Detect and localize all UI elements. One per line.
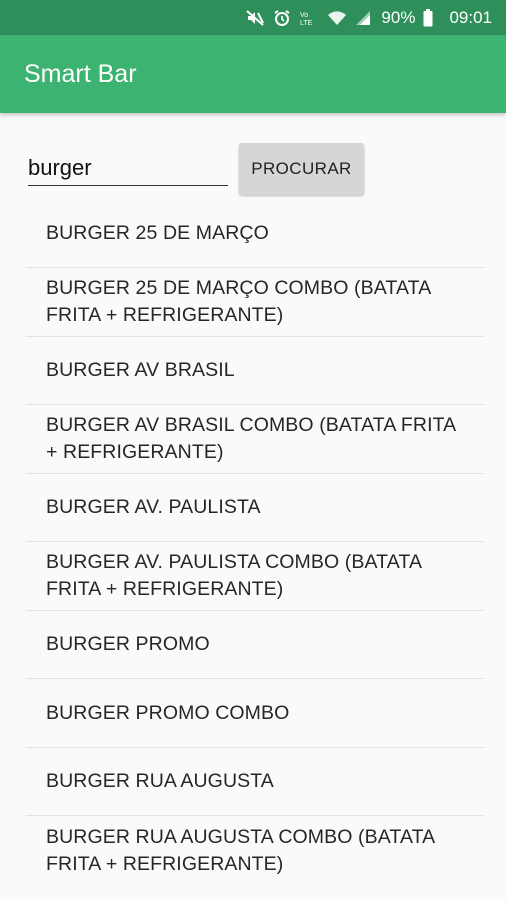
results-list: BURGER 25 DE MARÇO BURGER 25 DE MARÇO CO… [26, 200, 484, 885]
svg-text:Vo: Vo [300, 12, 308, 19]
list-item[interactable]: BURGER 25 DE MARÇO [26, 200, 484, 268]
svg-text:LTE: LTE [300, 20, 313, 27]
mute-icon [245, 9, 265, 27]
signal-icon [355, 9, 371, 27]
search-row: PROCURAR [0, 113, 506, 213]
list-item[interactable]: BURGER RUA AUGUSTA COMBO (BATATA FRITA +… [26, 816, 484, 885]
list-item[interactable]: BURGER AV BRASIL [26, 337, 484, 405]
list-item[interactable]: BURGER AV. PAULISTA [26, 474, 484, 542]
list-item[interactable]: BURGER AV BRASIL COMBO (BATATA FRITA + R… [26, 405, 484, 474]
list-item[interactable]: BURGER RUA AUGUSTA [26, 748, 484, 816]
wifi-icon [327, 9, 347, 27]
list-item[interactable]: BURGER 25 DE MARÇO COMBO (BATATA FRITA +… [26, 268, 484, 337]
search-button[interactable]: PROCURAR [239, 143, 364, 195]
list-item[interactable]: BURGER PROMO COMBO [26, 679, 484, 748]
status-icons: Vo LTE 90% 09:01 [245, 8, 492, 28]
app-bar: Smart Bar [0, 35, 506, 113]
search-input[interactable] [28, 152, 228, 186]
clock: 09:01 [449, 7, 492, 27]
volte-icon: Vo LTE [299, 9, 319, 27]
app-title: Smart Bar [24, 59, 137, 88]
alarm-icon [273, 9, 291, 27]
battery-percent: 90% [381, 7, 416, 27]
battery-icon [423, 8, 433, 27]
status-bar: Vo LTE 90% 09:01 [0, 0, 506, 35]
list-item[interactable]: BURGER AV. PAULISTA COMBO (BATATA FRITA … [26, 542, 484, 611]
list-item[interactable]: BURGER PROMO [26, 611, 484, 679]
